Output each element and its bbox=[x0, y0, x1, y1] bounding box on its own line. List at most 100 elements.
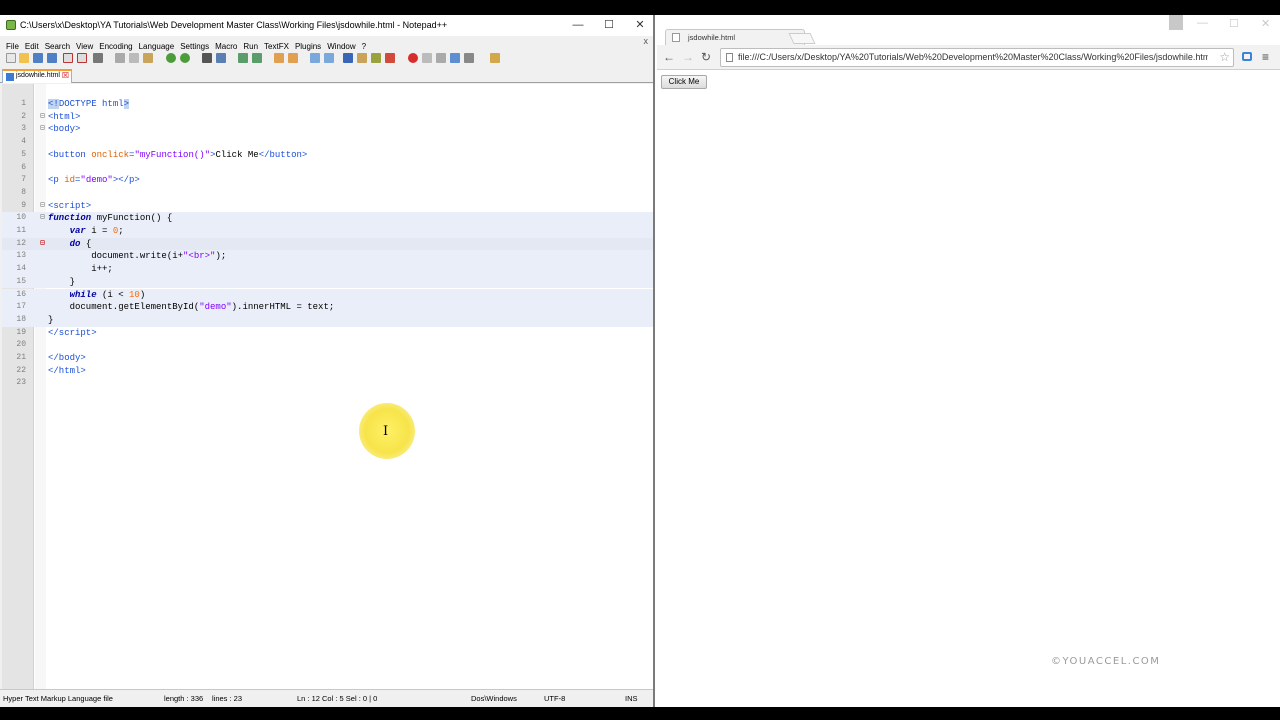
redo-icon[interactable] bbox=[180, 53, 190, 63]
stop-macro-icon[interactable] bbox=[422, 53, 432, 63]
user-profile-icon[interactable] bbox=[1169, 15, 1183, 30]
chrome-tabstrip: jsdowhile.html × — ☐ ✕ bbox=[657, 15, 1280, 45]
forward-icon[interactable]: → bbox=[682, 50, 694, 64]
text-cursor-icon: I bbox=[383, 424, 389, 439]
bookmark-star-icon[interactable]: ☆ bbox=[1219, 50, 1230, 64]
npp-menubar: File Edit Search View Encoding Language Settin… bbox=[0, 36, 653, 51]
status-position: Ln : 12 Col : 5 Sel : 0 | 0 bbox=[297, 694, 378, 703]
code-line: 21 </body> bbox=[16, 353, 86, 363]
play-macro-icon[interactable] bbox=[436, 53, 446, 63]
code-line: 20 bbox=[16, 340, 26, 350]
chrome-minimize-icon[interactable]: — bbox=[1197, 17, 1208, 29]
show-all-chars-icon[interactable] bbox=[324, 53, 334, 63]
close-all-icon[interactable] bbox=[77, 53, 87, 63]
save-macro-icon[interactable] bbox=[464, 53, 474, 63]
word-wrap-icon[interactable] bbox=[310, 53, 320, 63]
sync-h-icon[interactable] bbox=[288, 53, 298, 63]
chrome-close-icon[interactable]: ✕ bbox=[1261, 17, 1270, 30]
click-me-button[interactable]: Click Me bbox=[661, 75, 707, 89]
code-line: 6 bbox=[21, 162, 26, 172]
code-line: 15 } bbox=[2, 275, 653, 289]
status-lines: lines : 23 bbox=[212, 694, 243, 703]
code-line: 11 var i = 0; bbox=[2, 225, 653, 238]
cut-icon[interactable] bbox=[115, 53, 125, 63]
code-line: 2 ⊟ <html> bbox=[21, 111, 81, 122]
indent-guide-icon[interactable] bbox=[343, 53, 353, 63]
file-tab[interactable]: jsdowhile.html ☒ bbox=[2, 69, 72, 83]
code-line: 9 ⊟ <script> bbox=[21, 200, 92, 211]
status-length: length : 336 bbox=[164, 694, 204, 703]
save-icon[interactable] bbox=[33, 53, 43, 63]
npp-window-title: C:\Users\x\Desktop\YA Tutorials\Web Deve… bbox=[20, 20, 448, 30]
status-encoding: UTF-8 bbox=[544, 694, 566, 703]
undo-icon[interactable] bbox=[166, 53, 176, 63]
code-line: 18} bbox=[2, 313, 653, 327]
code-line: 16 while (i < 10) bbox=[2, 288, 653, 302]
code-line: 1 <!DOCTYPE html> bbox=[21, 99, 130, 109]
copy-icon[interactable] bbox=[129, 53, 139, 63]
document-close-icon[interactable]: x bbox=[644, 36, 649, 46]
chrome-maximize-icon[interactable]: ☐ bbox=[1229, 17, 1239, 30]
screen: C:\Users\x\Desktop\YA Tutorials\Web Deve… bbox=[0, 15, 1280, 707]
code-line: 14 i++; bbox=[2, 263, 653, 276]
chrome-menu-icon[interactable]: ≡ bbox=[1262, 50, 1269, 64]
npp-statusbar: Hyper Text Markup Language file length :… bbox=[0, 689, 653, 707]
page-favicon-icon bbox=[672, 33, 680, 42]
status-insert-mode: INS bbox=[625, 694, 638, 703]
url-text: file:///C:/Users/x/Desktop/YA%20Tutorial… bbox=[738, 52, 1208, 62]
find-icon[interactable] bbox=[202, 53, 212, 63]
code-line: 23 bbox=[16, 378, 26, 388]
extension-icon[interactable] bbox=[1242, 52, 1252, 61]
file-tab-label: jsdowhile.html bbox=[16, 72, 60, 79]
address-bar[interactable]: file:///C:/Users/x/Desktop/YA%20Tutorial… bbox=[720, 48, 1234, 67]
code-line: 17 document.getElementById("demo").inner… bbox=[2, 301, 653, 314]
paste-icon[interactable] bbox=[143, 53, 153, 63]
replace-icon[interactable] bbox=[216, 53, 226, 63]
doc-map-icon[interactable] bbox=[371, 53, 381, 63]
notepadpp-window: C:\Users\x\Desktop\YA Tutorials\Web Deve… bbox=[0, 15, 655, 707]
zoom-out-icon[interactable] bbox=[252, 53, 262, 63]
sync-v-icon[interactable] bbox=[274, 53, 284, 63]
code-line: 13 document.write(i+"<br>"); bbox=[2, 250, 653, 264]
new-tab-button[interactable] bbox=[788, 33, 816, 44]
page-info-icon[interactable] bbox=[726, 53, 733, 62]
status-filetype: Hyper Text Markup Language file bbox=[3, 694, 113, 703]
npp-tabbar: jsdowhile.html ☒ bbox=[0, 68, 653, 83]
code-line: 22 </html> bbox=[16, 365, 86, 376]
function-list-icon[interactable] bbox=[385, 53, 395, 63]
maximize-icon[interactable]: ☐ bbox=[601, 18, 617, 32]
chrome-toolbar: ← → ↻ file:///C:/Users/x/Desktop/YA%20Tu… bbox=[657, 45, 1280, 70]
close-file-icon[interactable] bbox=[63, 53, 73, 63]
reload-icon[interactable]: ↻ bbox=[701, 50, 711, 64]
tab-close-icon[interactable]: ☒ bbox=[62, 71, 69, 81]
new-file-icon[interactable] bbox=[6, 53, 16, 63]
code-line: 7 <p id="demo"></p> bbox=[21, 175, 140, 186]
close-icon[interactable]: ✕ bbox=[632, 18, 648, 32]
run-macro-multiple-icon[interactable] bbox=[450, 53, 460, 63]
watermark: ©YOUACCEL.COM bbox=[1051, 656, 1161, 667]
npp-toolbar bbox=[0, 50, 653, 67]
code-editor[interactable]: 1 <!DOCTYPE html> 2 ⊟ <html> 3 ⊟ <body> 4 5 <b… bbox=[2, 84, 653, 689]
record-macro-icon[interactable] bbox=[408, 53, 418, 63]
code-line: 19 </script> bbox=[16, 327, 97, 338]
code-line: 3 ⊟ <body> bbox=[21, 124, 81, 135]
back-icon[interactable]: ← bbox=[663, 50, 675, 64]
npp-titlebar[interactable]: C:\Users\x\Desktop\YA Tutorials\Web Deve… bbox=[0, 15, 653, 36]
browser-tab[interactable]: jsdowhile.html × bbox=[665, 29, 805, 45]
page-viewport: Click Me ©YOUACCEL.COM bbox=[657, 71, 1280, 707]
plugin-icon[interactable] bbox=[490, 53, 500, 63]
code-line-current: 12 ⊟ do { bbox=[2, 237, 653, 251]
print-icon[interactable] bbox=[93, 53, 103, 63]
saved-file-icon bbox=[6, 73, 14, 81]
zoom-in-icon[interactable] bbox=[238, 53, 248, 63]
code-line: 4 bbox=[21, 137, 26, 147]
open-file-icon[interactable] bbox=[19, 53, 29, 63]
chrome-window: jsdowhile.html × — ☐ ✕ ← → ↻ file:///C:/… bbox=[657, 15, 1280, 707]
udl-icon[interactable] bbox=[357, 53, 367, 63]
status-eol: Dos\Windows bbox=[471, 694, 517, 703]
code-line: 5 <button onclick="myFunction()">Click Me… bbox=[21, 149, 308, 160]
browser-tab-title: jsdowhile.html bbox=[688, 33, 736, 42]
save-all-icon[interactable] bbox=[47, 53, 57, 63]
notepadpp-app-icon bbox=[6, 20, 16, 30]
minimize-icon[interactable]: — bbox=[570, 18, 586, 32]
